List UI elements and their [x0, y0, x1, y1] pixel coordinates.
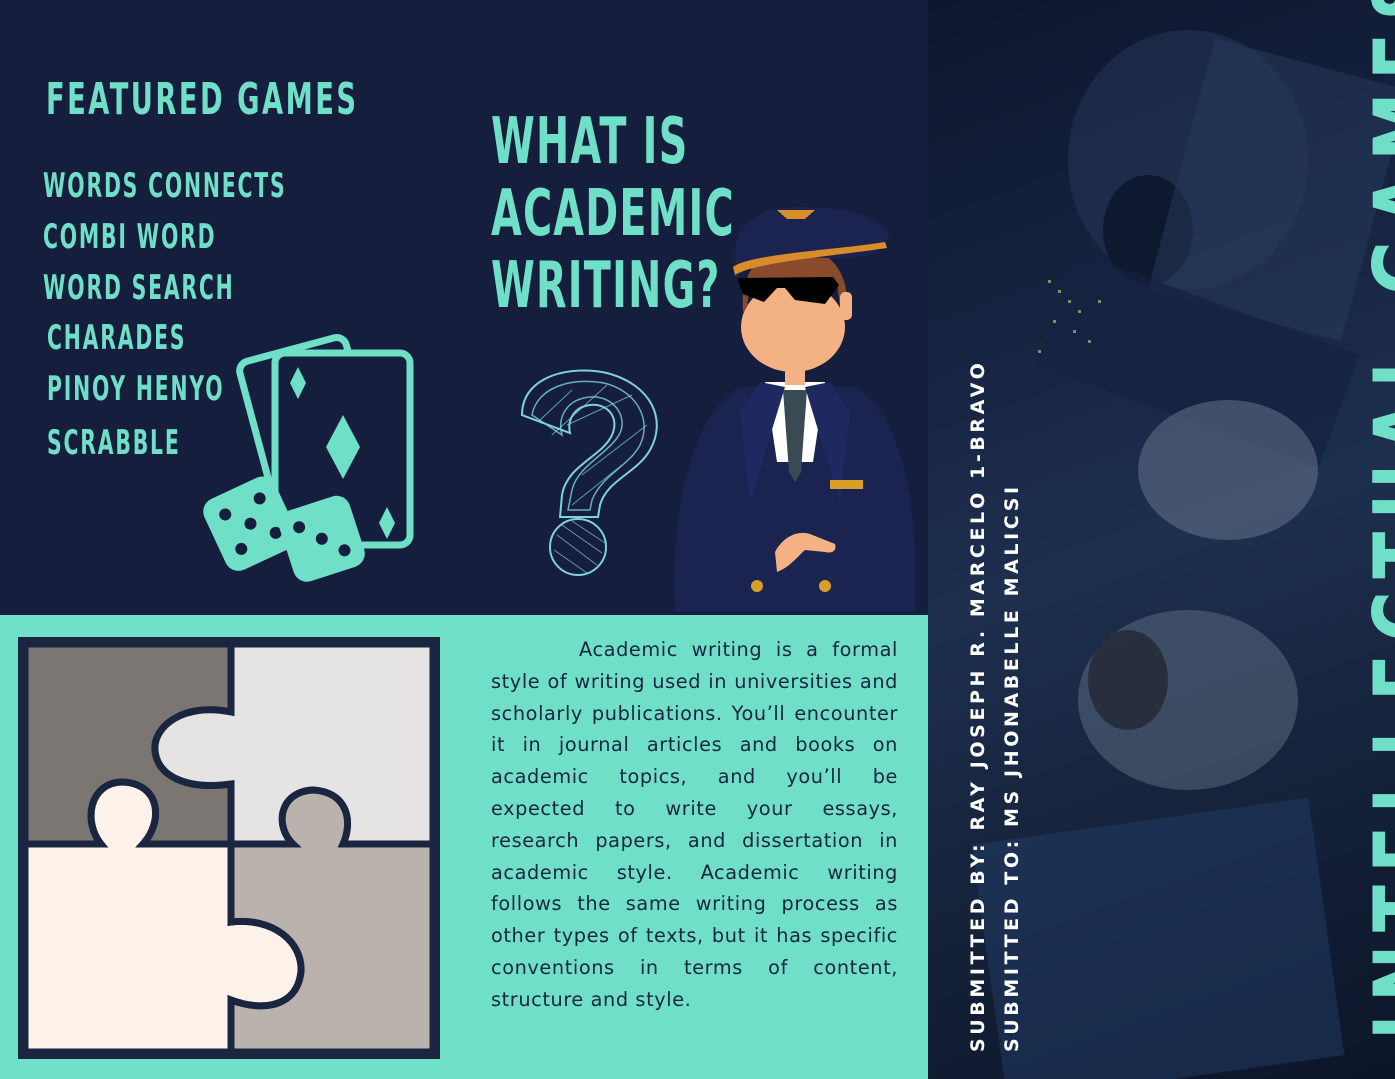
puzzle-icon	[18, 637, 440, 1059]
pilot-illustration	[674, 207, 916, 612]
submitted-by: SUBMITTED BY: RAY JOSEPH R. MARCELO 1-BR…	[967, 359, 989, 1052]
playing-cards-and-dice-icon	[203, 334, 414, 582]
cover-title-text: INTELLECTUAL GAMES	[1355, 0, 1395, 1040]
game-item-scrabble: SCRABBLE	[47, 423, 181, 463]
question-mark-icon	[520, 369, 658, 576]
featured-games-title: FEATURED GAMES	[46, 74, 359, 125]
game-item-pinoy-henyo: PINOY HENYO	[47, 369, 225, 409]
game-item-words-connects: WORDS CONNECTS	[43, 166, 287, 206]
cover-title: INTELLECTUAL GAMES	[1355, 0, 1395, 1040]
submitted-to: SUBMITTED TO: MS JHONABELLE MALICSI	[1001, 483, 1023, 1052]
cockpit-scene	[928, 0, 1395, 1079]
cockpit-photo	[928, 0, 1395, 1079]
game-item-combi-word: COMBI WORD	[43, 217, 217, 257]
question-line-1: WHAT IS	[491, 105, 689, 179]
academic-writing-description: Academic writing is a formal style of wr…	[491, 638, 898, 1011]
game-item-charades: CHARADES	[47, 318, 187, 358]
game-item-word-search: WORD SEARCH	[43, 268, 235, 308]
